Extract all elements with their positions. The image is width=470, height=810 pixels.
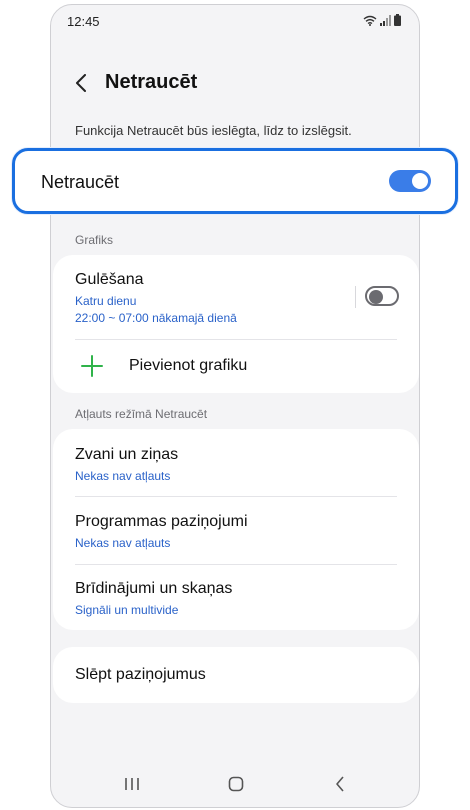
allowed-item-title: Brīdinājumi un skaņas: [75, 580, 233, 597]
home-icon[interactable]: [228, 776, 244, 792]
allowed-item-app-notifications[interactable]: Programmas paziņojumi Nekas nav atļauts: [53, 497, 419, 564]
description-text: Funkcija Netraucēt būs ieslēgta, līdz to…: [75, 123, 352, 138]
hide-notifications-title: Slēpt paziņojumus: [75, 666, 206, 683]
allowed-item-sub: Nekas nav atļauts: [75, 536, 171, 550]
main-dnd-toggle[interactable]: [389, 170, 431, 192]
allowed-item-sub: Nekas nav atļauts: [75, 469, 171, 483]
back-button[interactable]: [69, 69, 93, 97]
sleep-schedule-toggle[interactable]: [365, 286, 399, 306]
section-label-schedule: Grafiks: [75, 233, 114, 247]
back-chevron-icon: [76, 74, 86, 92]
allowed-item-title: Programmas paziņojumi: [75, 513, 248, 530]
wifi-icon: [363, 15, 377, 26]
add-schedule-button[interactable]: Pievienot grafiku: [53, 340, 419, 393]
schedule-item-days: Katru dienu: [75, 294, 137, 308]
allowed-item-title: Zvani un ziņas: [75, 446, 179, 463]
schedule-item-sleep[interactable]: Gulēšana Katru dienu 22:00 ~ 07:00 nākam…: [53, 255, 419, 339]
section-label-allowed: Atļauts režīmā Netraucēt: [75, 407, 208, 421]
status-bar: 12:45: [51, 5, 419, 37]
main-dnd-label: Netraucēt: [41, 172, 120, 192]
allowed-card: Zvani un ziņas Nekas nav atļauts Program…: [53, 429, 419, 630]
plus-icon: [81, 355, 103, 377]
toggle-knob: [412, 173, 428, 189]
schedule-card: Gulēšana Katru dienu 22:00 ~ 07:00 nākam…: [53, 255, 419, 393]
hide-notifications-item[interactable]: Slēpt paziņojumus: [53, 647, 419, 703]
status-icons: [363, 14, 401, 26]
toggle-knob: [369, 290, 383, 304]
signal-icon: [380, 14, 391, 26]
add-schedule-label: Pievienot grafiku: [129, 357, 248, 374]
schedule-item-time: 22:00 ~ 07:00 nākamajā dienā: [75, 311, 237, 325]
battery-icon: [394, 14, 401, 26]
recents-icon[interactable]: [124, 776, 140, 792]
phone-screen: 12:45 Netraucēt Funkcija Netraucēt būs i…: [50, 4, 420, 808]
navigation-bar: [51, 757, 419, 807]
main-dnd-toggle-card[interactable]: Netraucēt: [12, 148, 458, 214]
status-time: 12:45: [67, 14, 100, 29]
allowed-item-sub: Signāli un multivide: [75, 603, 179, 617]
toggle-divider: [355, 286, 356, 308]
header: Netraucēt: [51, 63, 419, 103]
back-icon[interactable]: [334, 776, 346, 792]
hide-notifications-card: Slēpt paziņojumus: [53, 647, 419, 703]
page-title: Netraucēt: [105, 71, 198, 93]
schedule-item-title: Gulēšana: [75, 271, 144, 288]
allowed-item-alarms-sounds[interactable]: Brīdinājumi un skaņas Signāli un multivi…: [53, 565, 419, 630]
allowed-item-calls-messages[interactable]: Zvani un ziņas Nekas nav atļauts: [53, 429, 419, 496]
